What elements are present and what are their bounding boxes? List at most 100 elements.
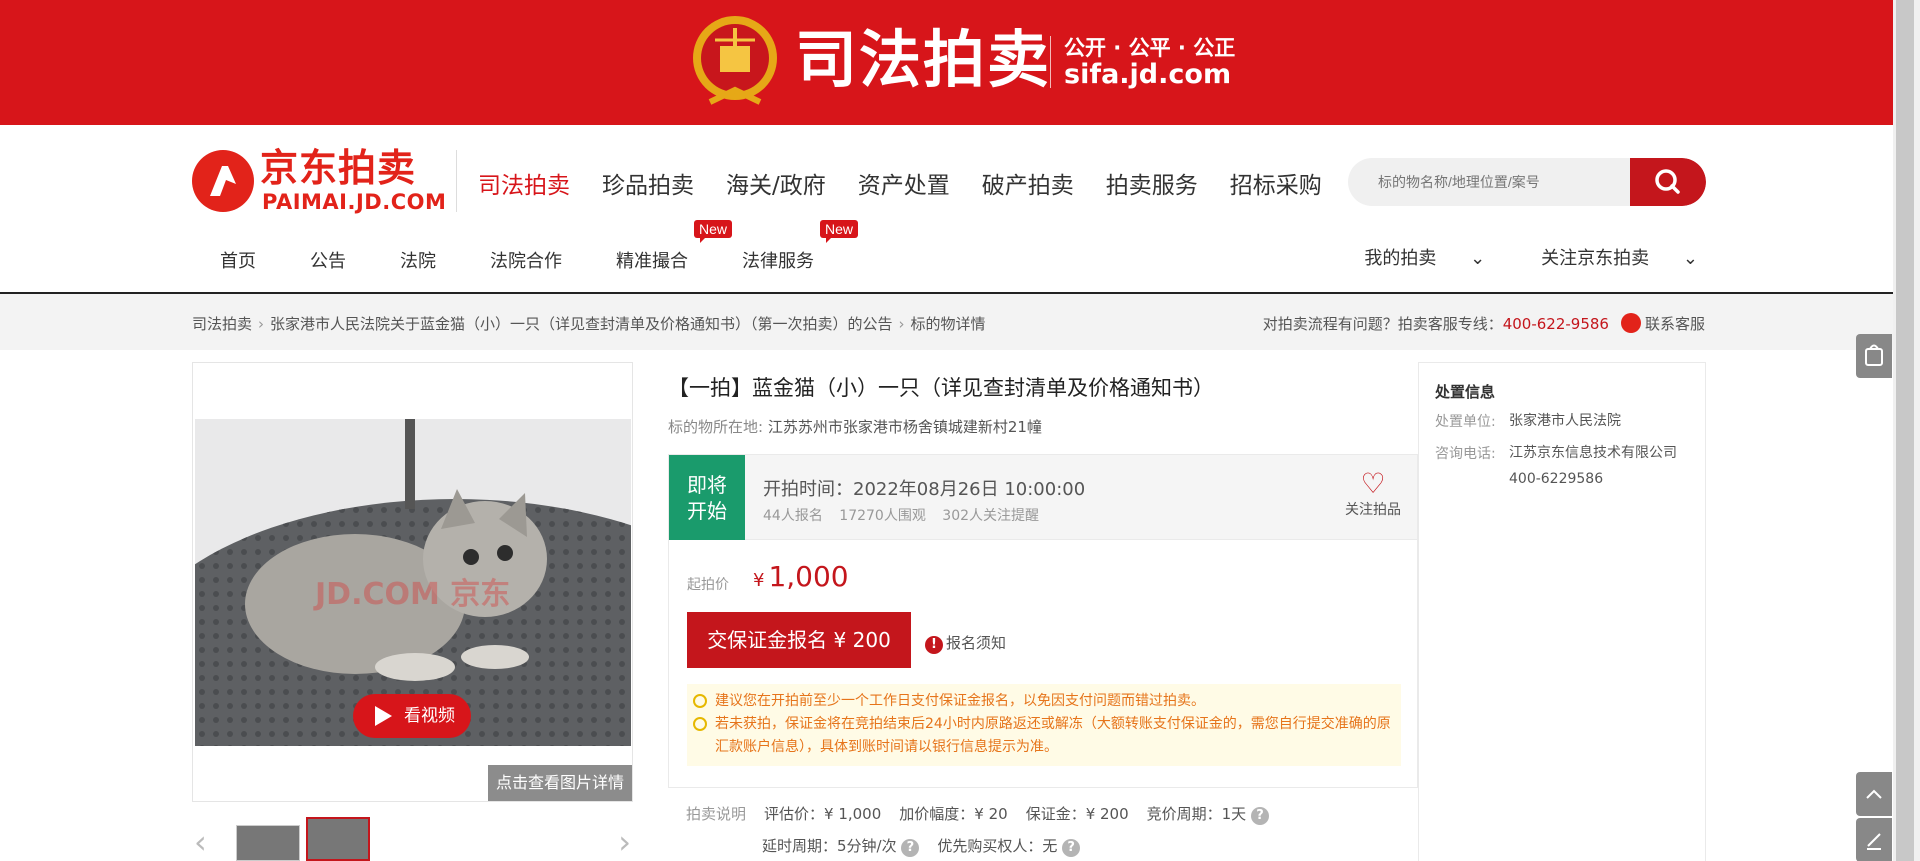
main-nav-services[interactable]: 拍卖服务 [1106, 166, 1198, 200]
view-image-details-button[interactable]: 点击查看图片详情 [488, 765, 632, 801]
tip-item: 建议您在开拍前至少一个工作日支付保证金报名，以免因支付问题而错过拍卖。 [693, 690, 1393, 713]
disposal-unit-row: 处置单位: 张家港市人民法院 [1435, 411, 1621, 431]
status-badge: 即将 开始 [669, 455, 745, 541]
follow-item-label: 关注拍品 [1345, 502, 1401, 518]
chevron-down-icon: ⌄ [1470, 248, 1486, 269]
search-button[interactable] [1630, 158, 1706, 206]
follow-jd-menu[interactable]: 关注京东拍卖 ⌄ [1513, 244, 1698, 270]
heart-plus-icon: ♡ [1360, 467, 1386, 500]
location-value: 江苏苏州市张家港市杨舍镇城建新村21幢 [767, 418, 1042, 436]
new-badge: New [693, 220, 732, 243]
main-nav-assets[interactable]: 资产处置 [858, 166, 950, 200]
tip-text: 若未获拍，保证金将在竞拍结束后24小时内原路返还或解冻（大额转账支付保证金的，需… [715, 716, 1391, 755]
contact-phone-value: 江苏京东信息技术有限公司 400-6229586 [1509, 443, 1695, 489]
auction-rules-extra: 延时周期：5分钟/次 ? 优先购买权人：无 ? [762, 835, 1081, 857]
cat-photo[interactable]: JD.COM 京东 看视频 [195, 419, 631, 746]
signup-notice-link[interactable]: ! 报名须知 [925, 632, 1006, 654]
shopping-bag-tool[interactable] [1856, 334, 1892, 378]
status-line1: 即将 [687, 473, 727, 497]
location-label: 标的物所在地: [668, 418, 764, 436]
feedback-button[interactable] [1856, 818, 1892, 861]
sub-nav-home[interactable]: 首页 [220, 247, 256, 273]
help-icon[interactable]: ? [1250, 807, 1269, 825]
sub-nav-matching[interactable]: 精准撮合 New [616, 220, 732, 273]
contact-phone: 400-6229586 [1509, 471, 1604, 487]
watch-video-button[interactable]: 看视频 [353, 694, 471, 738]
chevron-down-icon: ⌄ [1682, 248, 1698, 269]
bid-increment: 加价幅度：¥ 20 [899, 805, 1008, 823]
court-emblem-icon [693, 16, 777, 105]
currency-symbol: ¥ [753, 570, 765, 591]
breadcrumb-current: 标的物详情 [910, 315, 986, 333]
sub-nav-courts[interactable]: 法院 [400, 247, 436, 273]
banner-divider [1050, 36, 1051, 88]
my-auction-menu[interactable]: 我的拍卖 ⌄ [1336, 244, 1485, 270]
hotline-text: 对拍卖流程有问题？拍卖客服专线： [1262, 315, 1503, 333]
help-icon[interactable]: ? [901, 839, 920, 857]
main-nav-bankruptcy[interactable]: 破产拍卖 [982, 166, 1074, 200]
deposit-amount: 保证金：¥ 200 [1025, 805, 1129, 823]
contact-phone-label: 咨询电话: [1435, 446, 1496, 462]
logo-mark-icon [192, 150, 254, 212]
status-line2: 开始 [687, 499, 727, 523]
thumbnail-selected[interactable] [306, 817, 370, 861]
auction-rules: 拍卖说明 评估价：¥ 1,000 加价幅度：¥ 20 保证金：¥ 200 竞价周期：1天… [686, 803, 1269, 825]
main-nav-tender[interactable]: 招标采购 [1230, 166, 1322, 200]
search-icon [1655, 169, 1680, 194]
watcher-count: 17270人围观 [839, 508, 926, 524]
sub-nav-court-cooperation[interactable]: 法院合作 [490, 247, 562, 273]
header-right-links: 我的拍卖 ⌄ 关注京东拍卖 ⌄ [1308, 244, 1698, 270]
disposal-info-panel: 处置信息 处置单位: 张家港市人民法院 咨询电话: 江苏京东信息技术有限公司 4… [1418, 362, 1706, 861]
auction-status-box: 即将 开始 开拍时间：2022年08月26日 10:00:00 44人报名 17… [668, 454, 1418, 541]
follow-item-button[interactable]: ♡ 关注拍品 [1341, 469, 1405, 519]
rules-label: 拍卖说明 [686, 805, 747, 823]
logo-en-text: PAIMAI.JD.COM [262, 190, 447, 214]
bag-icon [1865, 344, 1883, 366]
chevron-right-icon[interactable]: › [618, 826, 631, 858]
sub-nav-label: 首页 [220, 251, 256, 272]
disposal-title: 处置信息 [1435, 383, 1496, 401]
help-icon[interactable]: ? [1062, 839, 1081, 857]
main-nav-customs[interactable]: 海关/政府 [726, 166, 826, 200]
deposit-signup-button[interactable]: 交保证金报名 ¥ 200 [687, 612, 911, 668]
chevron-left-icon[interactable]: ‹ [194, 826, 207, 858]
appraisal-price: 评估价：¥ 1,000 [764, 805, 882, 823]
main-nav-treasure[interactable]: 珍品拍卖 [602, 166, 694, 200]
tip-item: 若未获拍，保证金将在竞拍结束后24小时内原路返还或解冻（大额转账支付保证金的，需… [693, 713, 1393, 759]
sub-nav-announcements[interactable]: 公告 [310, 247, 346, 273]
scrollbar-thumb[interactable] [1896, 0, 1914, 861]
delay-period: 延时周期：5分钟/次 [762, 837, 897, 855]
jd-auction-logo[interactable]: 京东拍卖 PAIMAI.JD.COM [192, 148, 452, 214]
disposal-unit-value[interactable]: 张家港市人民法院 [1509, 411, 1695, 431]
breadcrumb-announcement[interactable]: 张家港市人民法院关于蓝金猫（小）一只（详见查封清单及价格通知书）（第一次拍卖）的… [270, 315, 893, 333]
thumbnail[interactable] [236, 825, 300, 861]
image-gallery: JD.COM 京东 看视频 点击查看图片详情 [192, 362, 633, 802]
sub-nav-legal[interactable]: 法律服务 New [742, 220, 858, 273]
contact-service-link[interactable]: 联系客服 [1645, 315, 1705, 333]
watch-video-label: 看视频 [404, 706, 455, 726]
item-title: 【一拍】蓝金猫（小）一只（详见查封清单及价格通知书） [668, 376, 1214, 400]
bidding-period: 竞价周期：1天 [1146, 805, 1247, 823]
hotline-number: 400-622-9586 [1502, 315, 1609, 333]
logo-divider [456, 150, 457, 212]
contact-phone-row: 咨询电话: 江苏京东信息技术有限公司 400-6229586 [1435, 443, 1677, 487]
back-to-top-button[interactable] [1856, 772, 1892, 816]
price-value: 1,000 [768, 560, 849, 593]
search-input[interactable] [1378, 158, 1628, 206]
pencil-icon [1867, 833, 1881, 850]
sub-nav-label: 法院 [400, 251, 436, 272]
lightbulb-icon [693, 694, 707, 708]
sub-nav: 首页 公告 法院 法院合作 精准撮合 New 法律服务 New [220, 220, 868, 273]
banner-slogan: 公开 · 公平 · 公正 [1064, 36, 1236, 60]
main-nav: 司法拍卖 珍品拍卖 海关/政府 资产处置 破产拍卖 拍卖服务 招标采购 [478, 166, 1354, 200]
breadcrumb-judicial[interactable]: 司法拍卖 [192, 315, 252, 333]
start-time: 开拍时间：2022年08月26日 10:00:00 [763, 479, 1086, 500]
notice-label: 报名须知 [946, 634, 1007, 652]
sub-nav-label: 法院合作 [490, 251, 562, 272]
price-label: 起拍价 [687, 577, 729, 593]
lightbulb-icon [693, 717, 707, 731]
signup-count: 44人报名 [763, 508, 823, 524]
price-box: 起拍价 ¥1,000 交保证金报名 ¥ 200 ! 报名须知 建议您在开拍前至少一… [668, 540, 1418, 788]
contact-org: 江苏京东信息技术有限公司 [1509, 445, 1677, 461]
main-nav-judicial[interactable]: 司法拍卖 [478, 166, 570, 200]
